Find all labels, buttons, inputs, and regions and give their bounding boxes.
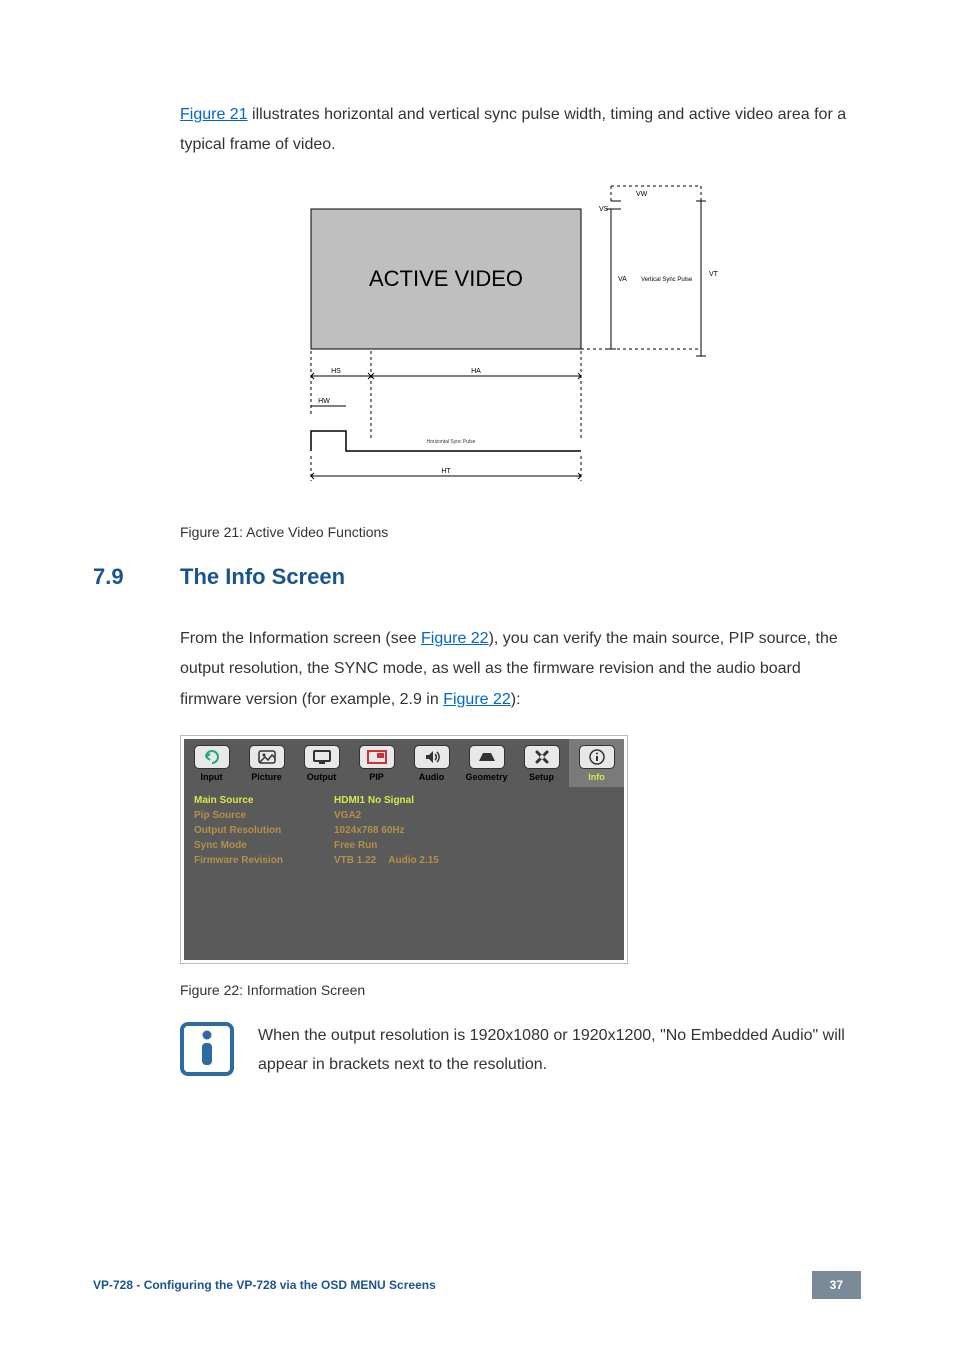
osd-tab-picture: Picture	[239, 739, 294, 787]
info-icon	[180, 1022, 234, 1076]
figure-21-image: ACTIVE VIDEO VW VS VT VA Vertical Sync P…	[180, 181, 861, 506]
osd-tab-output: Output	[294, 739, 349, 787]
vert-pulse-label: Vertical Sync Pulse	[641, 277, 693, 283]
osd-sync-mode-val: Free Run	[334, 840, 377, 851]
ha-label: HA	[471, 368, 481, 375]
osd-tab-geometry: Geometry	[459, 739, 514, 787]
osd-firmware-key: Firmware Revision	[194, 855, 334, 866]
section-paragraph: From the Information screen (see Figure …	[180, 624, 861, 715]
intro-text: illustrates horizontal and vertical sync…	[180, 106, 846, 153]
osd-tab-input: Input	[184, 739, 239, 787]
figure-21-link[interactable]: Figure 21	[180, 106, 248, 123]
hw-label: HW	[318, 398, 330, 405]
hs-label: HS	[331, 368, 341, 375]
footer-title: VP-728 - Configuring the VP-728 via the …	[93, 1278, 436, 1292]
osd-sync-mode-key: Sync Mode	[194, 840, 334, 851]
osd-firmware-audio: Audio 2.15	[388, 855, 439, 866]
figure-22-link-1[interactable]: Figure 22	[421, 630, 489, 647]
page-number: 37	[812, 1271, 861, 1299]
figure-22-link-2[interactable]: Figure 22	[443, 691, 511, 708]
horiz-pulse-label: Horizontal Sync Pulse	[426, 439, 475, 445]
osd-firmware-val: VTB 1.22	[334, 855, 376, 866]
figure-22-caption: Figure 22: Information Screen	[180, 982, 861, 998]
vw-label: VW	[636, 191, 648, 198]
osd-output-res-key: Output Resolution	[194, 825, 334, 836]
figure-21-caption: Figure 21: Active Video Functions	[180, 524, 861, 540]
osd-main-source-val: HDMI1 No Signal	[334, 795, 414, 806]
osd-tab-pip: PIP	[349, 739, 404, 787]
osd-tab-audio: Audio	[404, 739, 459, 787]
section-number: 7.9	[93, 564, 180, 590]
active-video-label: ACTIVE VIDEO	[368, 266, 522, 291]
osd-pip-source-val: VGA2	[334, 810, 361, 821]
ht-label: HT	[441, 468, 451, 475]
osd-main-source-key: Main Source	[194, 795, 334, 806]
osd-tab-setup: Setup	[514, 739, 569, 787]
osd-pip-source-key: Pip Source	[194, 810, 334, 821]
intro-paragraph: Figure 21 illustrates horizontal and ver…	[180, 100, 861, 161]
osd-output-res-val: 1024x768 60Hz	[334, 825, 405, 836]
section-title: The Info Screen	[180, 564, 345, 590]
note-text: When the output resolution is 1920x1080 …	[258, 1022, 861, 1080]
vt-label: VT	[709, 271, 719, 278]
osd-tab-info: Info	[569, 739, 624, 787]
figure-22-image: Input Picture Output PIP Audio	[180, 735, 628, 964]
va-label: VA	[618, 276, 627, 283]
